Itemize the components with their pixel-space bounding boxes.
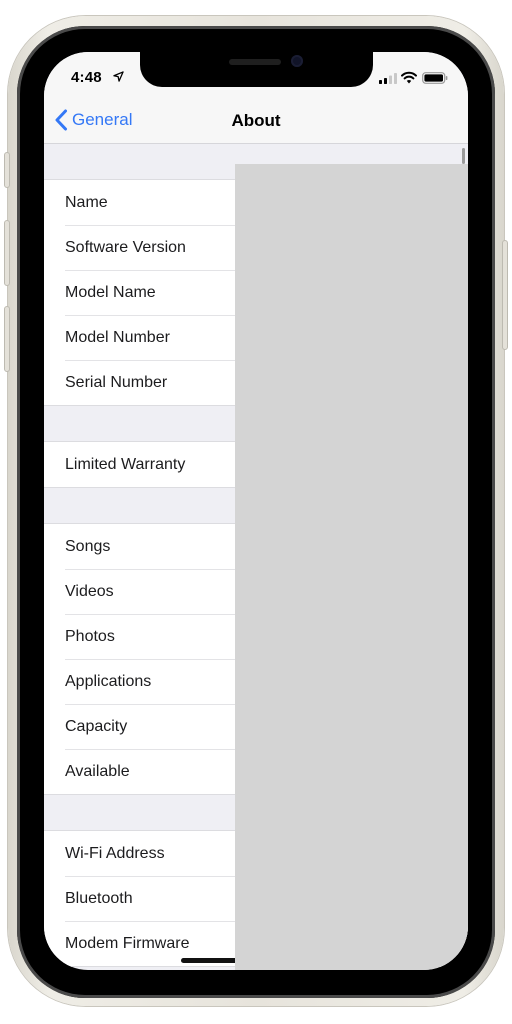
row-label: Videos [65, 582, 114, 600]
row-label: Available [65, 762, 130, 780]
status-time: 4:48 [71, 69, 102, 86]
battery-icon [422, 72, 448, 84]
volume-down-button [4, 306, 10, 372]
screen: 4:48 General About Name Software Version… [44, 52, 468, 970]
volume-up-button [4, 220, 10, 286]
row-label: Limited Warranty [65, 455, 186, 473]
wifi-icon [401, 71, 417, 84]
row-label: Applications [65, 672, 152, 690]
row-label: Wi-Fi Address [65, 844, 165, 862]
row-label: Model Name [65, 283, 156, 301]
row-label: Serial Number [65, 373, 168, 391]
page-title: About [231, 111, 281, 130]
row-label: Songs [65, 537, 111, 555]
front-camera [291, 55, 303, 67]
silent-switch [4, 152, 10, 188]
cellular-signal-icon [379, 73, 397, 84]
row-label: Name [65, 193, 108, 211]
row-label: Software Version [65, 238, 186, 256]
location-arrow-icon [113, 71, 124, 82]
row-label: Capacity [65, 717, 128, 735]
row-label: Modem Firmware [65, 934, 190, 952]
row-label: Photos [65, 627, 115, 645]
scrollbar[interactable] [462, 148, 465, 164]
row-label: Bluetooth [65, 889, 133, 907]
redaction-overlay [235, 164, 468, 970]
navigation-bar: General About [44, 96, 468, 144]
earpiece-speaker [229, 59, 281, 65]
side-button [502, 240, 508, 350]
notch [140, 52, 373, 87]
row-label: Model Number [65, 328, 170, 346]
